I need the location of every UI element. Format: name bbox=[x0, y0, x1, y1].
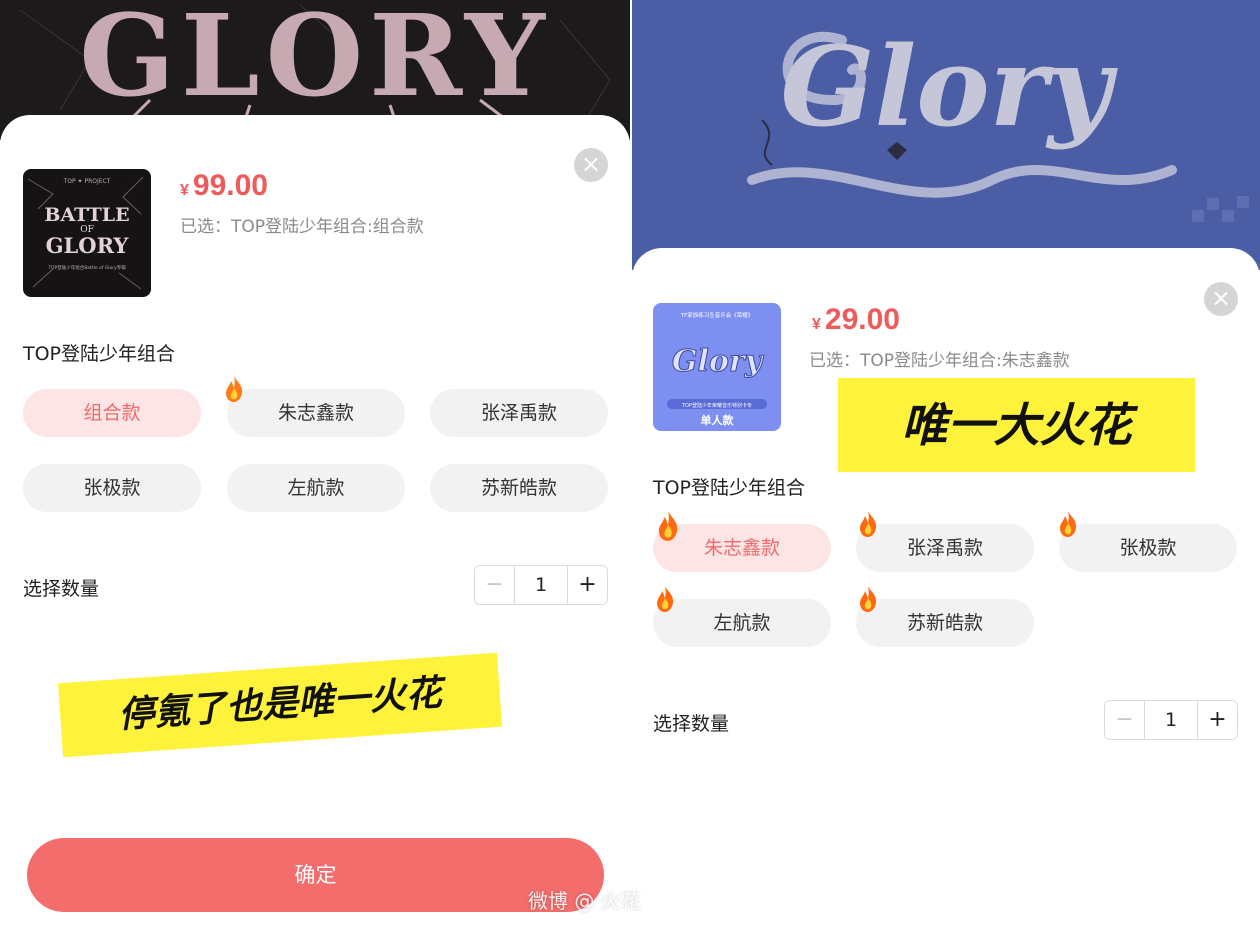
thumb-title: Glory bbox=[672, 344, 765, 379]
close-icon[interactable]: × bbox=[1204, 282, 1238, 316]
left-option-0[interactable]: 组合款 bbox=[23, 389, 201, 437]
increment-button[interactable]: + bbox=[567, 566, 607, 604]
right-group-label: TOP登陆少年组合 bbox=[653, 477, 806, 499]
watermark: 微博 @·火花 bbox=[528, 889, 641, 913]
left-quantity-stepper: − 1 + bbox=[474, 565, 608, 605]
currency-symbol: ¥ bbox=[180, 182, 189, 199]
left-option-3[interactable]: 张极款 bbox=[23, 464, 201, 512]
left-option-2[interactable]: 张泽禹款 bbox=[430, 389, 608, 437]
fire-icon bbox=[226, 376, 243, 402]
right-option-4[interactable]: 苏新皓款 bbox=[856, 599, 1034, 647]
confirm-button[interactable]: 确定 bbox=[27, 838, 604, 912]
close-icon[interactable]: × bbox=[574, 148, 608, 182]
thumb-top-text: TF家族练习生音乐会《荣耀》 bbox=[680, 311, 754, 319]
price-amount: 99.00 bbox=[192, 169, 268, 202]
left-price: ¥99.00 bbox=[180, 169, 268, 203]
thumb-caption: TOP登陆少年荣耀音乐特别卡专 bbox=[681, 402, 752, 409]
fire-icon bbox=[657, 586, 674, 612]
quantity-value[interactable]: 1 bbox=[1145, 701, 1197, 739]
right-banner-image: Glory bbox=[632, 0, 1260, 270]
price-amount: 29.00 bbox=[824, 303, 900, 336]
thumb-top-text: TOP ✦ PROJECT bbox=[63, 178, 111, 185]
left-option-4[interactable]: 左航款 bbox=[227, 464, 405, 512]
left-option-5[interactable]: 苏新皓款 bbox=[430, 464, 608, 512]
left-selected-summary: 已选：TOP登陆少年组合:组合款 bbox=[180, 217, 424, 237]
right-product-panel: Glory × TF家族练习生音乐会《荣耀》 Glory TOP登陆少年荣耀音乐… bbox=[632, 0, 1260, 932]
right-quantity-stepper: − 1 + bbox=[1104, 700, 1238, 740]
left-quantity-label: 选择数量 bbox=[23, 578, 100, 600]
svg-text:BATTLE: BATTLE bbox=[44, 204, 129, 226]
fire-icon bbox=[860, 586, 877, 612]
right-selected-summary: 已选：TOP登陆少年组合:朱志鑫款 bbox=[809, 351, 1070, 371]
banner-title: GLORY bbox=[79, 0, 551, 122]
left-sku-sheet: × TOP ✦ PROJECT BATTLE OF GLORY TOP登陆少年组… bbox=[0, 115, 630, 932]
fire-icon bbox=[658, 511, 678, 541]
left-option-1[interactable]: 朱志鑫款 bbox=[227, 389, 405, 437]
right-price: ¥29.00 bbox=[812, 303, 900, 337]
right-product-thumbnail: TF家族练习生音乐会《荣耀》 Glory TOP登陆少年荣耀音乐特别卡专 单人款 bbox=[653, 303, 781, 431]
right-caption-sticker: 唯一大火花 bbox=[838, 378, 1195, 472]
right-option-1[interactable]: 张泽禹款 bbox=[856, 524, 1034, 572]
currency-symbol: ¥ bbox=[812, 316, 821, 333]
decrement-button[interactable]: − bbox=[1105, 701, 1145, 739]
quantity-value[interactable]: 1 bbox=[515, 566, 567, 604]
right-quantity-label: 选择数量 bbox=[653, 713, 730, 735]
svg-text:GLORY: GLORY bbox=[46, 233, 130, 258]
left-product-thumbnail: TOP ✦ PROJECT BATTLE OF GLORY TOP登陆少年组合B… bbox=[23, 169, 151, 297]
left-group-label: TOP登陆少年组合 bbox=[23, 343, 176, 365]
right-option-3[interactable]: 左航款 bbox=[653, 599, 831, 647]
increment-button[interactable]: + bbox=[1197, 701, 1237, 739]
right-option-2[interactable]: 张极款 bbox=[1059, 524, 1237, 572]
decrement-button[interactable]: − bbox=[475, 566, 515, 604]
left-product-panel: GLORY × TOP ✦ PROJECT BATTLE OF GLORY TO… bbox=[0, 0, 630, 932]
right-sku-sheet: × TF家族练习生音乐会《荣耀》 Glory TOP登陆少年荣耀音乐特别卡专 单… bbox=[632, 248, 1260, 932]
fire-icon bbox=[1060, 511, 1077, 537]
thumb-badge: 单人款 bbox=[701, 413, 735, 427]
banner-title: Glory bbox=[781, 22, 1119, 151]
thumb-caption: TOP登陆少年组合Battle of Glory专辑 bbox=[47, 264, 126, 271]
fire-icon bbox=[860, 511, 877, 537]
